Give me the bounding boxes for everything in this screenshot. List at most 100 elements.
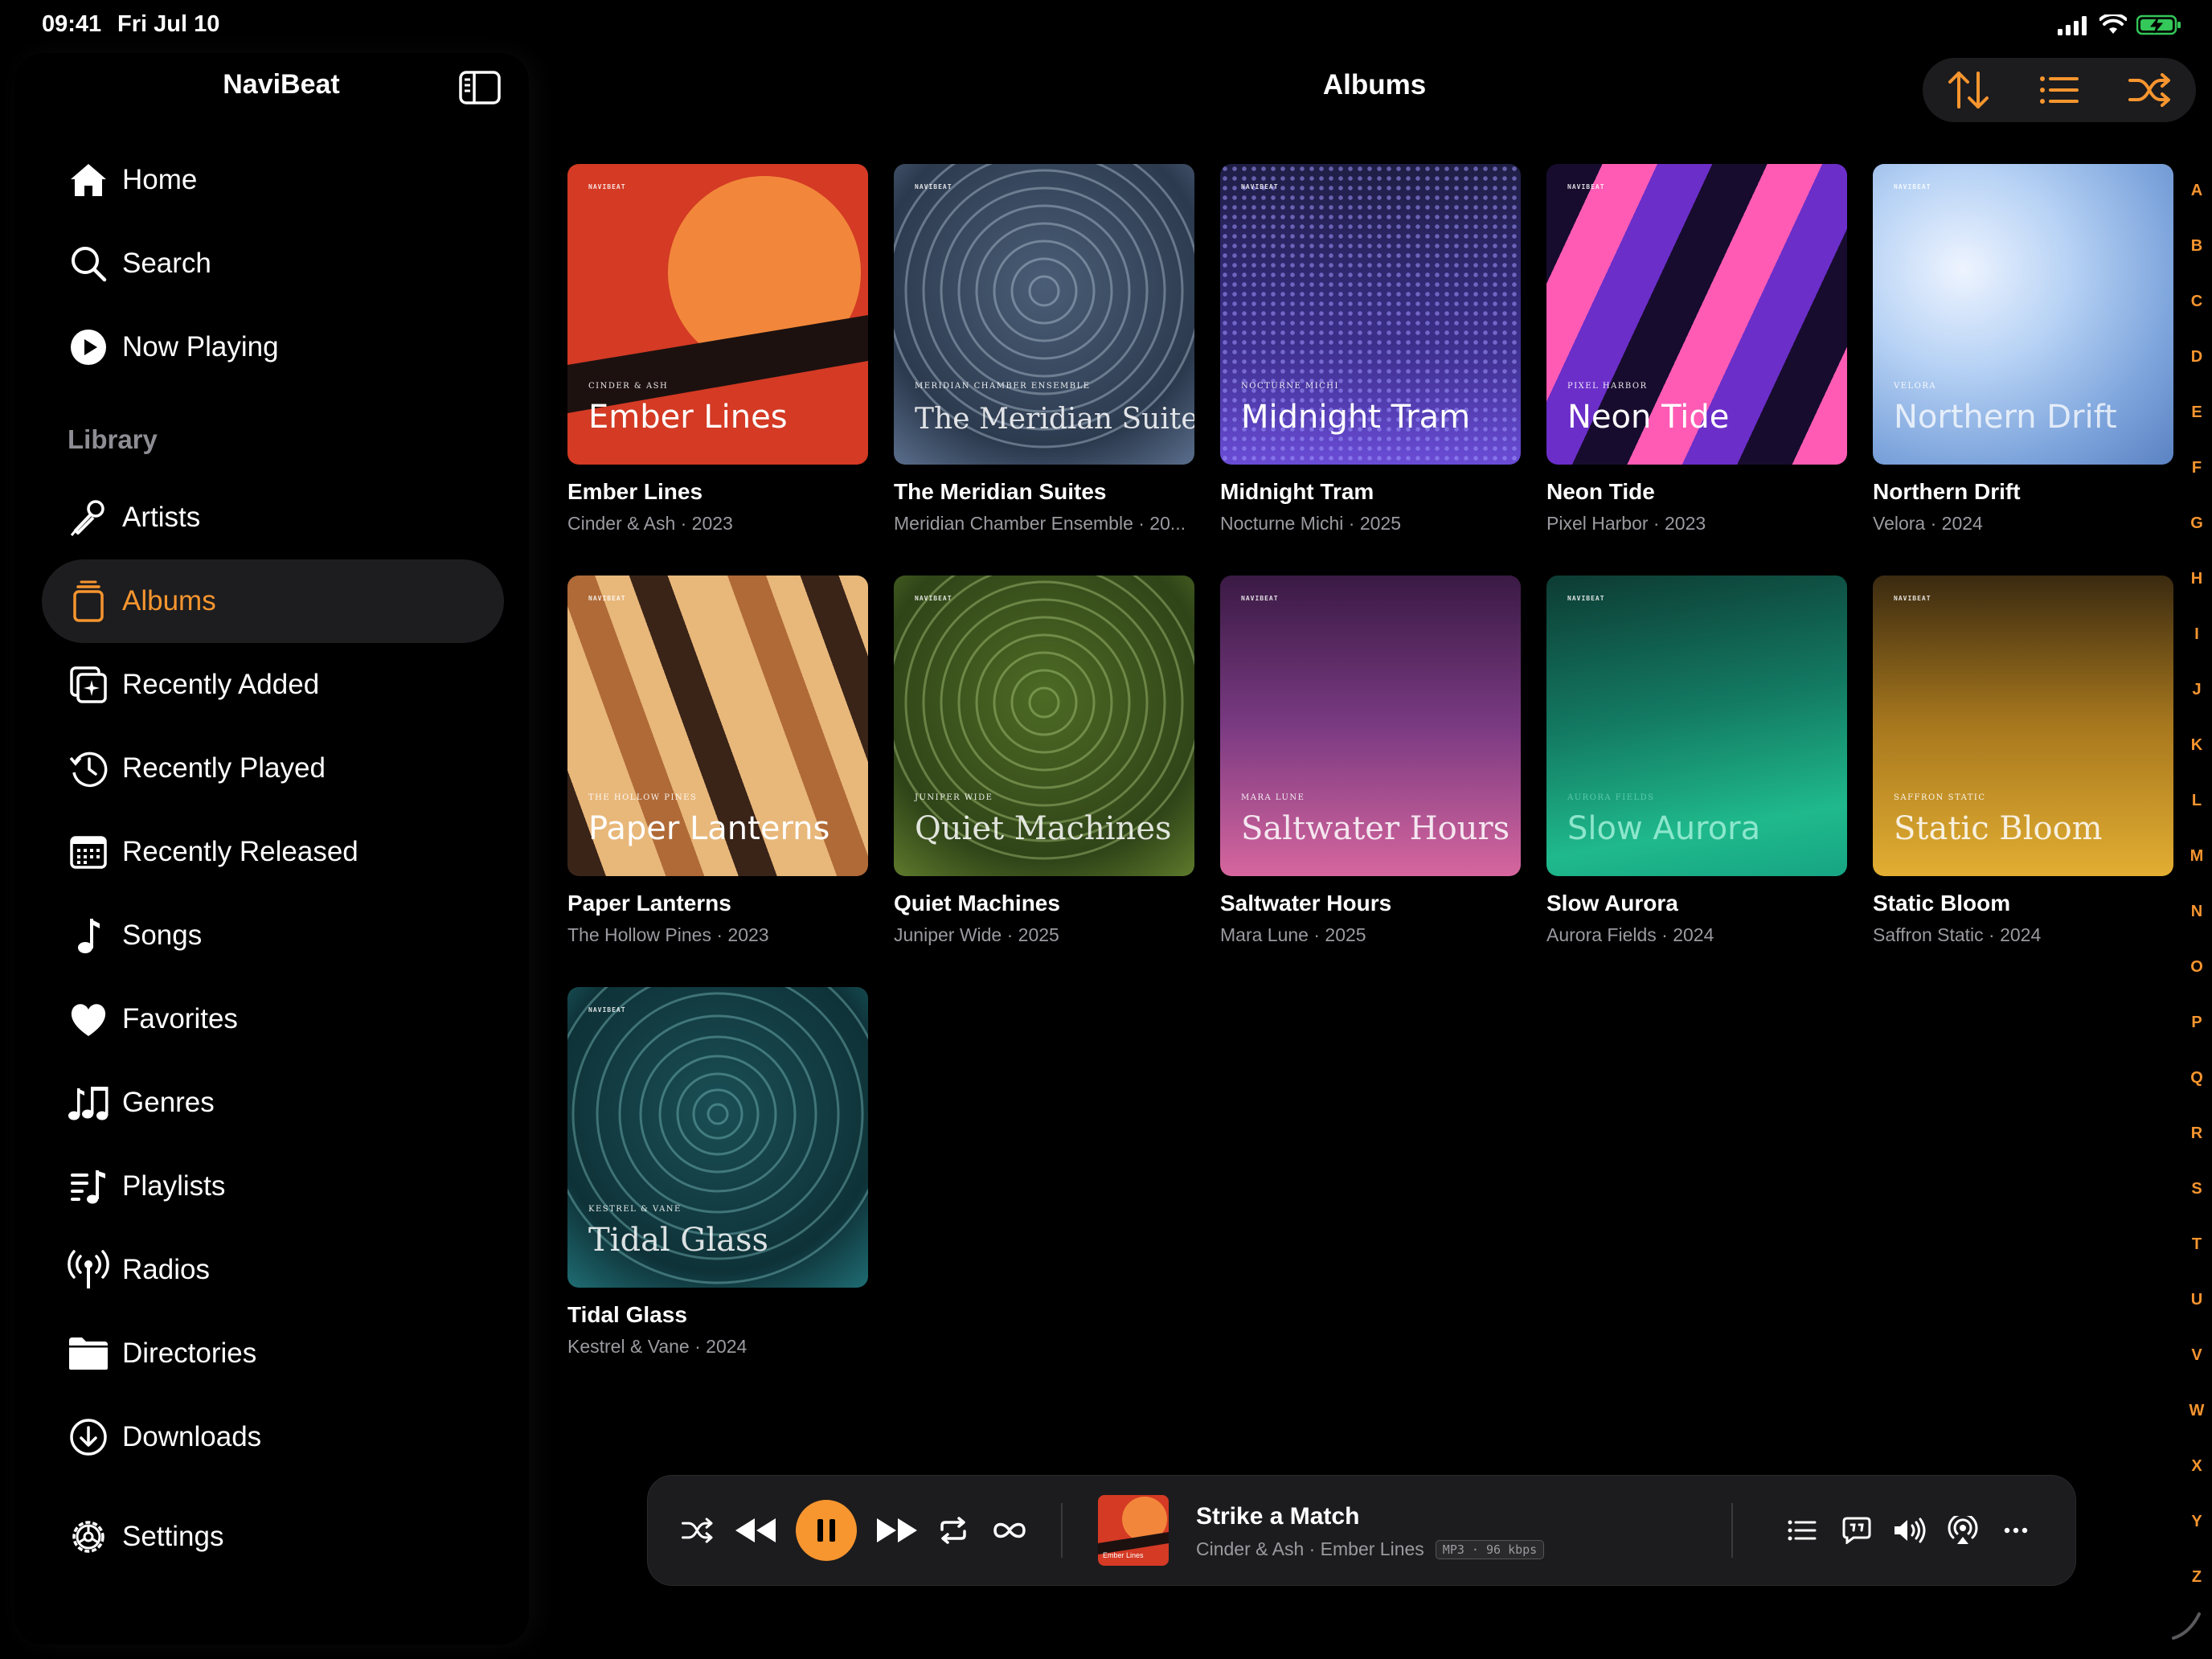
sidebar-item-label: Now Playing (122, 331, 279, 363)
lyrics-button[interactable] (1831, 1497, 1882, 1564)
status-icons (2058, 14, 2181, 35)
alphabet-index-letter[interactable]: T (2186, 1235, 2207, 1254)
alphabet-index-letter[interactable]: L (2186, 792, 2207, 810)
alphabet-index-letter[interactable]: O (2186, 958, 2207, 977)
alphabet-index-letter[interactable]: Z (2186, 1568, 2207, 1587)
sidebar-item-artists[interactable]: Artists (42, 476, 504, 559)
album-cover[interactable]: NAVIBEAT Velora Northern Drift (1873, 164, 2173, 465)
album-cover[interactable]: NAVIBEAT Aurora Fields Slow Aurora (1546, 576, 1847, 876)
sidebar-item-recently-played[interactable]: Recently Played (42, 727, 504, 810)
sidebar-item-genres[interactable]: Genres (42, 1061, 504, 1145)
album-card[interactable]: NAVIBEAT Nocturne Michi Midnight Tram Mi… (1220, 164, 1521, 535)
alphabet-index-letter[interactable]: W (2186, 1402, 2207, 1420)
repeat-button[interactable] (928, 1497, 979, 1564)
sidebar-item-favorites[interactable]: Favorites (42, 977, 504, 1061)
more-options-button[interactable] (1990, 1497, 2042, 1564)
album-cover[interactable]: NAVIBEAT Cinder & Ash Ember Lines (567, 164, 868, 465)
sidebar-toggle-button[interactable] (458, 69, 502, 106)
alphabet-index-letter[interactable]: X (2186, 1457, 2207, 1476)
album-title: The Meridian Suites (894, 479, 1107, 504)
microphone-icon (66, 495, 111, 540)
album-cover[interactable]: NAVIBEAT The Hollow Pines Paper Lanterns (567, 576, 868, 876)
alphabet-index-letter[interactable]: Y (2186, 1513, 2207, 1531)
sidebar-item-search[interactable]: Search (42, 222, 504, 305)
pause-button[interactable] (796, 1500, 857, 1561)
album-title: Neon Tide (1546, 479, 1655, 504)
album-card[interactable]: NAVIBEAT Meridian Chamber Ensemble The M… (894, 164, 1194, 535)
album-card[interactable]: NAVIBEAT Pixel Harbor Neon Tide Neon Tid… (1546, 164, 1847, 535)
infinity-icon (993, 1522, 1026, 1538)
sidebar-item-label: Search (122, 248, 211, 279)
alphabet-index-letter[interactable]: G (2186, 514, 2207, 533)
album-card[interactable]: NAVIBEAT Aurora Fields Slow Aurora Slow … (1546, 576, 1847, 946)
album-cover[interactable]: NAVIBEAT Mara Lune Saltwater Hours (1220, 576, 1521, 876)
alphabet-index-letter[interactable]: K (2186, 736, 2207, 755)
album-cover[interactable]: NAVIBEAT Saffron Static Static Bloom (1873, 576, 2173, 876)
alphabet-index-letter[interactable]: S (2186, 1180, 2207, 1198)
sidebar-item-downloads[interactable]: Downloads (42, 1395, 504, 1479)
sidebar-item-recently-released[interactable]: Recently Released (42, 810, 504, 894)
sidebar-item-playlists[interactable]: Playlists (42, 1145, 504, 1228)
album-card[interactable]: NAVIBEAT Cinder & Ash Ember Lines Ember … (567, 164, 868, 535)
album-title: Slow Aurora (1546, 891, 1678, 916)
album-title: Static Bloom (1873, 891, 2011, 916)
album-card[interactable]: NAVIBEAT Kestrel & Vane Tidal Glass Tida… (567, 987, 868, 1358)
alphabet-index-letter[interactable]: R (2186, 1124, 2207, 1143)
sidebar-item-now-playing[interactable]: Now Playing (42, 305, 504, 389)
alphabet-index-letter[interactable]: C (2186, 293, 2207, 311)
sidebar-item-albums[interactable]: Albums (42, 559, 504, 643)
album-cover[interactable]: NAVIBEAT Juniper Wide Quiet Machines (894, 576, 1194, 876)
alphabet-index-letter[interactable]: N (2186, 903, 2207, 921)
sidebar-item-directories[interactable]: Directories (42, 1312, 504, 1395)
previous-button[interactable] (730, 1497, 781, 1564)
album-card[interactable]: NAVIBEAT Mara Lune Saltwater Hours Saltw… (1220, 576, 1521, 946)
alphabet-index-letter[interactable]: H (2186, 570, 2207, 588)
now-playing-artwork[interactable]: Ember Lines (1098, 1495, 1169, 1566)
album-cover[interactable]: NAVIBEAT Kestrel & Vane Tidal Glass (567, 987, 868, 1288)
alphabet-index-letter[interactable]: D (2186, 348, 2207, 367)
alphabet-index-letter[interactable]: I (2186, 625, 2207, 644)
alphabet-index-letter[interactable]: U (2186, 1291, 2207, 1309)
album-card[interactable]: NAVIBEAT Saffron Static Static Bloom Sta… (1873, 576, 2173, 946)
list-view-button[interactable] (2030, 64, 2088, 116)
cover-artist: Pixel Harbor (1567, 382, 1648, 391)
sort-button[interactable] (1940, 64, 1997, 116)
alphabet-index-letter[interactable]: E (2186, 403, 2207, 422)
album-cover[interactable]: NAVIBEAT Pixel Harbor Neon Tide (1546, 164, 1847, 465)
shuffle-all-button[interactable] (2121, 64, 2179, 116)
sidebar-item-songs[interactable]: Songs (42, 894, 504, 977)
alphabet-index-letter[interactable]: J (2186, 681, 2207, 699)
resize-grabber-icon (2172, 1612, 2201, 1640)
album-card[interactable]: NAVIBEAT The Hollow Pines Paper Lanterns… (567, 576, 868, 946)
alphabet-index-letter[interactable]: V (2186, 1346, 2207, 1365)
sidebar-item-home[interactable]: Home (42, 138, 504, 222)
alphabet-index-letter[interactable]: B (2186, 237, 2207, 256)
sidebar-item-radios[interactable]: Radios (42, 1228, 504, 1312)
volume-button[interactable] (1884, 1497, 1936, 1564)
album-title: Northern Drift (1873, 479, 2021, 504)
next-button[interactable] (871, 1497, 923, 1564)
album-cover[interactable]: NAVIBEAT Nocturne Michi Midnight Tram (1220, 164, 1521, 465)
infinite-play-button[interactable] (984, 1497, 1035, 1564)
cover-brand: NAVIBEAT (1241, 595, 1279, 602)
cover-brand: NAVIBEAT (1241, 183, 1279, 190)
sidebar-item-recently-added[interactable]: Recently Added (42, 643, 504, 727)
cover-artist: The Hollow Pines (588, 793, 698, 802)
alphabet-index-letter[interactable]: P (2186, 1014, 2207, 1032)
airplay-button[interactable] (1937, 1497, 1989, 1564)
album-cover[interactable]: NAVIBEAT Meridian Chamber Ensemble The M… (894, 164, 1194, 465)
alphabet-index-letter[interactable]: A (2186, 182, 2207, 200)
album-card[interactable]: NAVIBEAT Juniper Wide Quiet Machines Qui… (894, 576, 1194, 946)
alphabet-index-letter[interactable]: F (2186, 459, 2207, 477)
album-card[interactable]: NAVIBEAT Velora Northern Drift Northern … (1873, 164, 2173, 535)
alphabet-index-letter[interactable]: M (2186, 847, 2207, 866)
shuffle-button[interactable] (672, 1497, 723, 1564)
cover-title: Ember Lines (588, 399, 788, 436)
now-playing-title[interactable]: Strike a Match (1196, 1503, 1359, 1530)
download-circle-icon (66, 1415, 111, 1460)
sidebar-item-settings[interactable]: Settings (42, 1495, 504, 1579)
cover-brand: NAVIBEAT (588, 183, 626, 190)
alphabet-index-letter[interactable]: Q (2186, 1069, 2207, 1088)
queue-button[interactable] (1776, 1497, 1828, 1564)
wifi-icon (2099, 14, 2127, 34)
